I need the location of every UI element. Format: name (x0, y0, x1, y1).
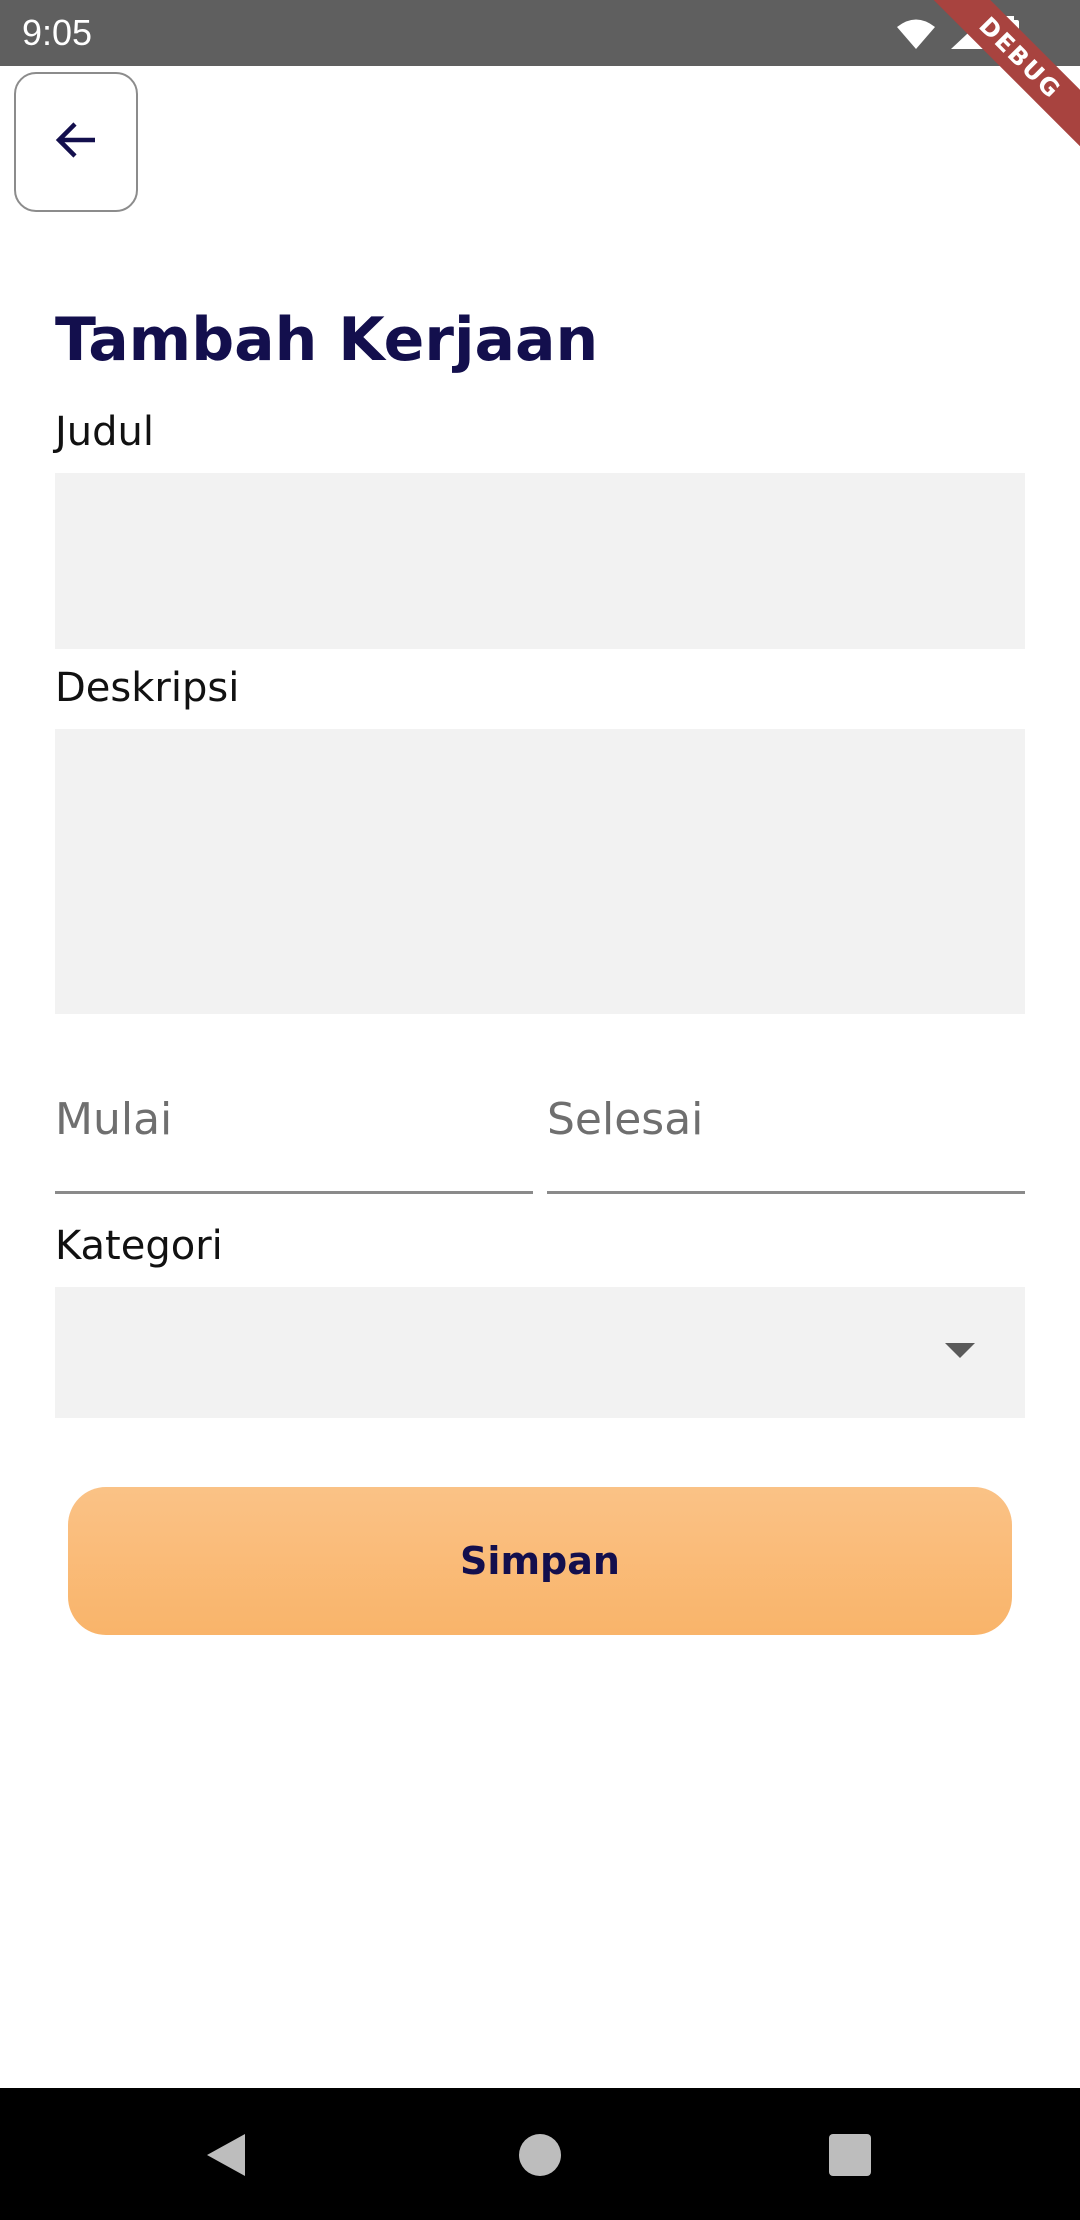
category-dropdown[interactable] (55, 1287, 1025, 1418)
battery-icon (998, 16, 1020, 52)
end-date-field[interactable]: Selesai (547, 1070, 1025, 1194)
dropdown-arrow-icon (945, 1343, 975, 1358)
navigation-bar (0, 2088, 1080, 2220)
description-label: Deskripsi (55, 665, 240, 711)
status-bar: 9:05 (0, 0, 1080, 66)
page-title: Tambah Kerjaan (55, 305, 599, 375)
status-time: 9:05 (22, 12, 93, 53)
signal-icon (950, 18, 984, 50)
title-input[interactable] (55, 473, 1025, 649)
back-triangle-icon[interactable] (203, 2132, 249, 2178)
category-label: Kategori (55, 1223, 223, 1269)
end-date-placeholder: Selesai (547, 1094, 704, 1145)
back-button[interactable] (14, 72, 138, 212)
status-icons (896, 14, 1020, 54)
title-label: Judul (55, 409, 155, 455)
save-button[interactable]: Simpan (68, 1487, 1012, 1635)
description-input[interactable] (55, 729, 1025, 1014)
wifi-icon (896, 18, 936, 50)
home-circle-icon[interactable] (517, 2132, 563, 2178)
start-date-placeholder: Mulai (55, 1094, 173, 1145)
arrow-left-icon (51, 115, 101, 169)
start-date-field[interactable]: Mulai (55, 1070, 533, 1194)
recents-square-icon[interactable] (827, 2132, 873, 2178)
add-task-screen: 9:05 DEBUG Tambah Kerjaan Judul Deskrips… (0, 0, 1080, 2220)
